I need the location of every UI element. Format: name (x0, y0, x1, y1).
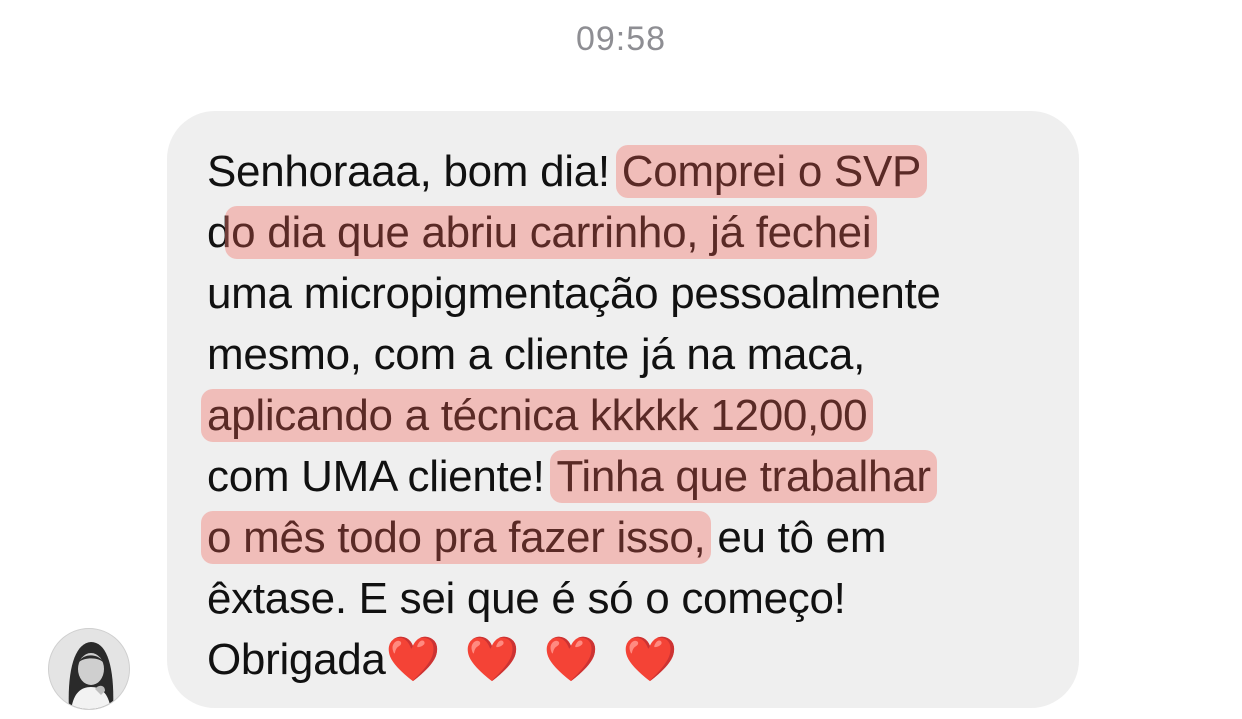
highlighted-text: Tinha que trabalhar (550, 450, 937, 503)
message-text-segment: Obrigada (207, 635, 386, 684)
heart-emojis-icon: ❤️ ❤️ ❤️ ❤️ (385, 635, 684, 684)
profile-photo-icon (49, 629, 129, 709)
message-line: uma micropigmentação pessoalmente (207, 263, 1067, 324)
message-line: com UMA cliente! Tinha que trabalhar (207, 446, 1067, 507)
message-line: aplicando a técnica kkkkk 1200,00 (201, 385, 1067, 446)
message-line: êxtase. E sei que é só o começo! (207, 568, 1067, 629)
highlighted-text: aplicando a técnica kkkkk 1200,00 (201, 389, 874, 442)
highlighted-text: o dia que abriu carrinho, já fechei (225, 206, 878, 259)
message-text-segment: êxtase. E sei que é só o começo! (207, 574, 846, 623)
message-line: mesmo, com a cliente já na maca, (207, 324, 1067, 385)
message-bubble[interactable]: Senhoraaa, bom dia! Comprei o SVP do dia … (167, 111, 1079, 708)
message-timestamp: 09:58 (575, 20, 667, 58)
highlighted-text: o mês todo pra fazer isso, (201, 511, 712, 564)
message-line: do dia que abriu carrinho, já fechei (207, 202, 1067, 263)
highlighted-text: Comprei o SVP (615, 145, 928, 198)
message-text-segment: mesmo, com a cliente já na maca, (207, 330, 866, 379)
message-text-segment: Senhoraaa, bom dia! (207, 147, 622, 196)
sender-avatar[interactable] (48, 628, 130, 710)
message-text-segment: uma micropigmentação pessoalmente (207, 269, 941, 318)
message-line: Obrigada❤️ ❤️ ❤️ ❤️ (207, 629, 1067, 690)
message-text-segment: com UMA cliente! (207, 452, 557, 501)
message-text-segment: eu tô em (705, 513, 887, 562)
message-line: Senhoraaa, bom dia! Comprei o SVP (207, 141, 1067, 202)
message-line: o mês todo pra fazer isso, eu tô em (201, 507, 1067, 568)
message-text: Senhoraaa, bom dia! Comprei o SVP do dia … (201, 141, 1067, 690)
